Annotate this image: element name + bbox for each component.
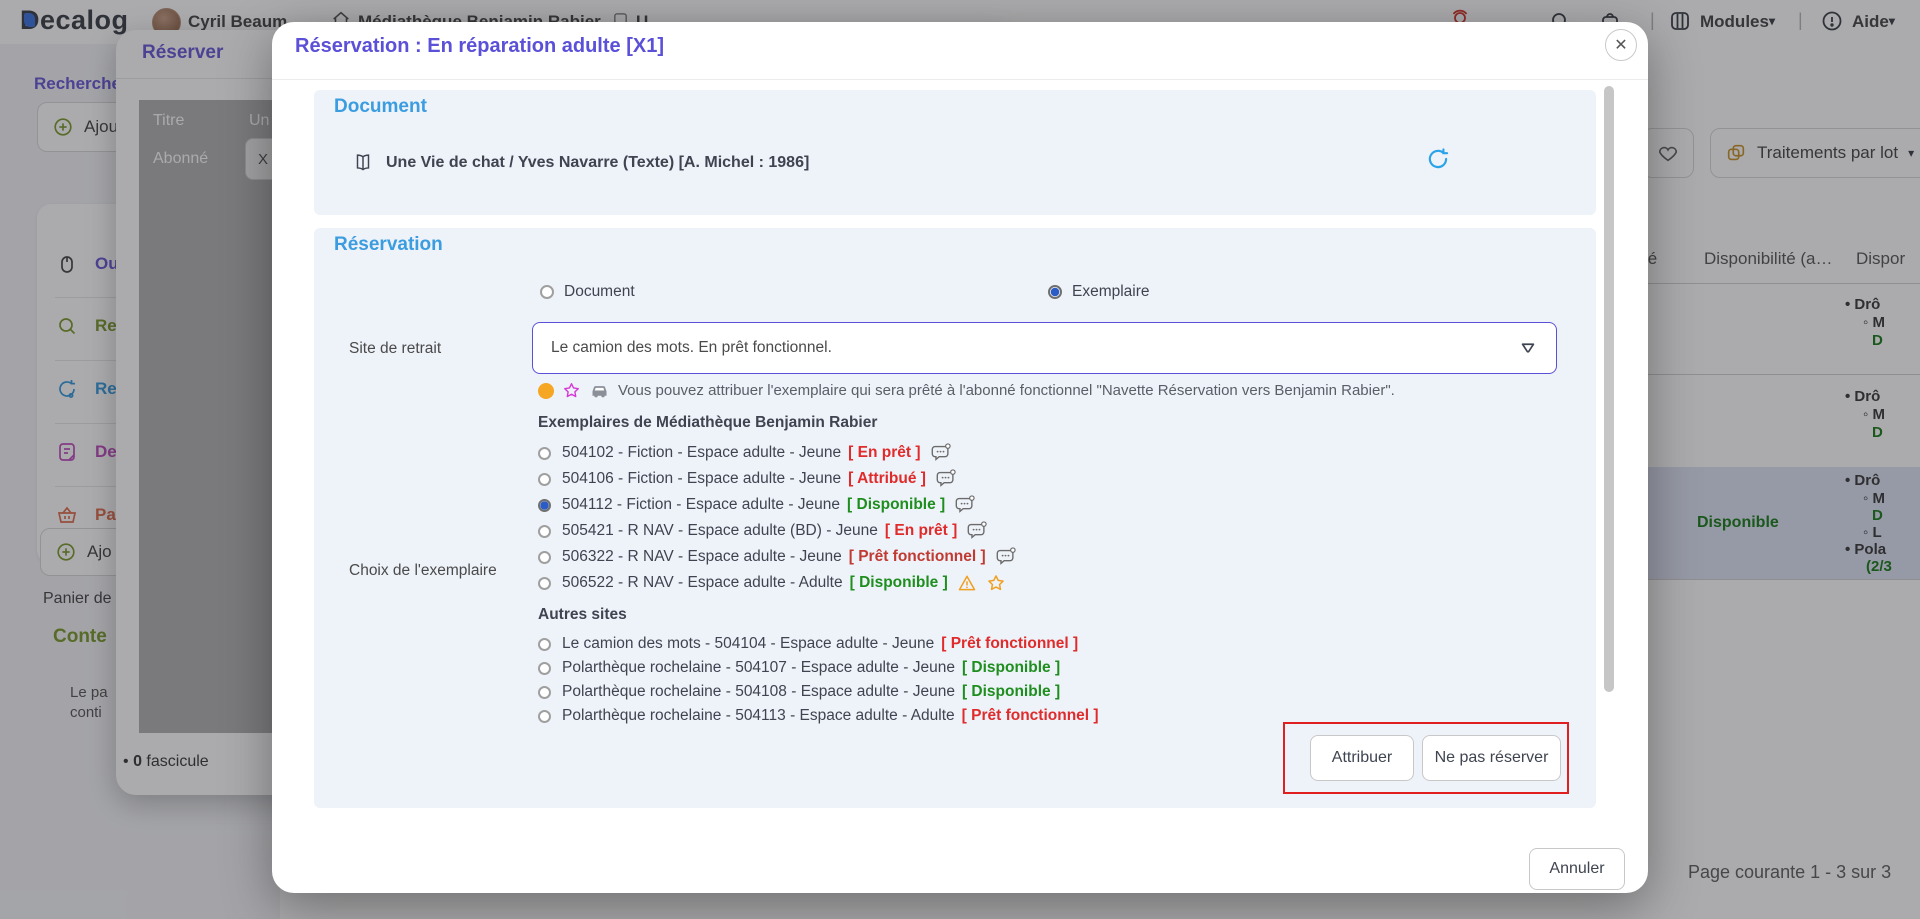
- modal-title: Réservation : En réparation adulte [X1]: [295, 35, 664, 58]
- car-icon: [589, 380, 610, 401]
- radio-button[interactable]: [538, 577, 551, 590]
- exemplaire-status: [ Disponible ]: [850, 574, 948, 592]
- exemplaire-option[interactable]: Polarthèque rochelaine - 504113 - Espace…: [538, 704, 1099, 728]
- document-title-line: Une Vie de chat / Yves Navarre (Texte) […: [352, 152, 809, 174]
- info-message: Vous pouvez attribuer l'exemplaire qui s…: [618, 382, 1395, 399]
- exemplaire-status: [ Attribué ]: [848, 470, 926, 488]
- loading-spinner-icon: [1425, 146, 1451, 172]
- radio-button[interactable]: [540, 285, 554, 299]
- info-message-row: Vous pouvez attribuer l'exemplaire qui s…: [538, 380, 1395, 401]
- exemplaire-status: [ Prêt fonctionnel ]: [962, 707, 1099, 725]
- radio-button[interactable]: [538, 638, 551, 651]
- document-title: Une Vie de chat / Yves Navarre (Texte) […: [386, 154, 809, 172]
- scrollbar-thumb[interactable]: [1604, 86, 1614, 692]
- site-retrait-value: Le camion des mots. En prêt fonctionnel.: [551, 339, 1518, 357]
- exemplaires-heading: Exemplaires de Médiathèque Benjamin Rabi…: [538, 414, 877, 432]
- radio-exemplaire[interactable]: Exemplaire: [1048, 283, 1150, 301]
- exemplaire-label: 504112 - Fiction - Espace adulte - Jeune: [562, 496, 840, 514]
- exemplaire-option[interactable]: Polarthèque rochelaine - 504108 - Espace…: [538, 680, 1099, 704]
- exemplaire-option[interactable]: 504112 - Fiction - Espace adulte - Jeune…: [538, 492, 1017, 518]
- exemplaire-option[interactable]: 504106 - Fiction - Espace adulte - Jeune…: [538, 466, 1017, 492]
- site-retrait-label: Site de retrait: [349, 340, 441, 358]
- star-icon: [986, 573, 1006, 593]
- divider: [272, 79, 1648, 80]
- magenta-star-icon: [562, 381, 581, 400]
- exemplaire-option[interactable]: Polarthèque rochelaine - 504107 - Espace…: [538, 656, 1099, 680]
- exemplaire-option[interactable]: 506322 - R NAV - Espace adulte - Jeune [ …: [538, 544, 1017, 570]
- exemplaire-label: Polarthèque rochelaine - 504113 - Espace…: [562, 707, 955, 725]
- attribuer-button[interactable]: Attribuer: [1310, 735, 1414, 781]
- exemplaire-label: Polarthèque rochelaine - 504107 - Espace…: [562, 659, 955, 677]
- ne-pas-reserver-button[interactable]: Ne pas réserver: [1422, 735, 1561, 781]
- reservation-modal: Réservation : En réparation adulte [X1] …: [272, 22, 1648, 893]
- exemplaire-option[interactable]: 506522 - R NAV - Espace adulte - Adulte […: [538, 570, 1017, 596]
- comment-icon[interactable]: [930, 442, 952, 464]
- choix-exemplaire-label: Choix de l'exemplaire: [349, 562, 497, 580]
- radio-button[interactable]: [538, 686, 551, 699]
- reservation-heading: Réservation: [334, 234, 443, 256]
- exemplaire-status: [ Prêt fonctionnel ]: [849, 548, 986, 566]
- application-window: Decalog Cyril Beaum Médiathèque Benjamin…: [0, 0, 1920, 919]
- exemplaire-status: [ Prêt fonctionnel ]: [941, 635, 1078, 653]
- dropdown-icon[interactable]: [1518, 338, 1538, 358]
- site-retrait-select[interactable]: Le camion des mots. En prêt fonctionnel.: [532, 322, 1557, 374]
- orange-dot-icon: [538, 383, 554, 399]
- exemplaire-option[interactable]: 505421 - R NAV - Espace adulte (BD) - Je…: [538, 518, 1017, 544]
- exemplaire-label: 506522 - R NAV - Espace adulte - Adulte: [562, 574, 843, 592]
- radio-button[interactable]: [538, 499, 551, 512]
- comment-icon[interactable]: [995, 546, 1017, 568]
- radio-button[interactable]: [1048, 285, 1062, 299]
- exemplaire-label: Le camion des mots - 504104 - Espace adu…: [562, 635, 934, 653]
- exemplaire-label: 505421 - R NAV - Espace adulte (BD) - Je…: [562, 522, 878, 540]
- radio-button[interactable]: [538, 473, 551, 486]
- radio-button[interactable]: [538, 662, 551, 675]
- comment-icon[interactable]: [966, 520, 988, 542]
- radio-button[interactable]: [538, 710, 551, 723]
- close-icon[interactable]: ✕: [1605, 29, 1637, 61]
- radio-document[interactable]: Document: [540, 283, 635, 301]
- radio-button[interactable]: [538, 525, 551, 538]
- document-heading: Document: [334, 96, 427, 118]
- warning-icon: [957, 573, 977, 593]
- exemplaire-status: [ En prêt ]: [848, 444, 920, 462]
- radio-button[interactable]: [538, 447, 551, 460]
- exemplaire-status: [ Disponible ]: [847, 496, 945, 514]
- exemplaire-status: [ Disponible ]: [962, 659, 1060, 677]
- exemplaire-option[interactable]: Le camion des mots - 504104 - Espace adu…: [538, 632, 1099, 656]
- autres-sites-list: Le camion des mots - 504104 - Espace adu…: [538, 632, 1099, 728]
- exemplaire-label: Polarthèque rochelaine - 504108 - Espace…: [562, 683, 955, 701]
- autres-sites-heading: Autres sites: [538, 606, 627, 624]
- exemplaire-status: [ Disponible ]: [962, 683, 1060, 701]
- radio-button[interactable]: [538, 551, 551, 564]
- annuler-button[interactable]: Annuler: [1529, 848, 1625, 890]
- exemplaire-label: 504102 - Fiction - Espace adulte - Jeune: [562, 444, 841, 462]
- exemplaire-status: [ En prêt ]: [885, 522, 957, 540]
- comment-icon[interactable]: [935, 468, 957, 490]
- exemplaire-option[interactable]: 504102 - Fiction - Espace adulte - Jeune…: [538, 440, 1017, 466]
- exemplaire-label: 504106 - Fiction - Espace adulte - Jeune: [562, 470, 841, 488]
- exemplaires-list: 504102 - Fiction - Espace adulte - Jeune…: [538, 440, 1017, 596]
- book-icon: [352, 152, 374, 174]
- exemplaire-label: 506322 - R NAV - Espace adulte - Jeune: [562, 548, 842, 566]
- comment-icon[interactable]: [954, 494, 976, 516]
